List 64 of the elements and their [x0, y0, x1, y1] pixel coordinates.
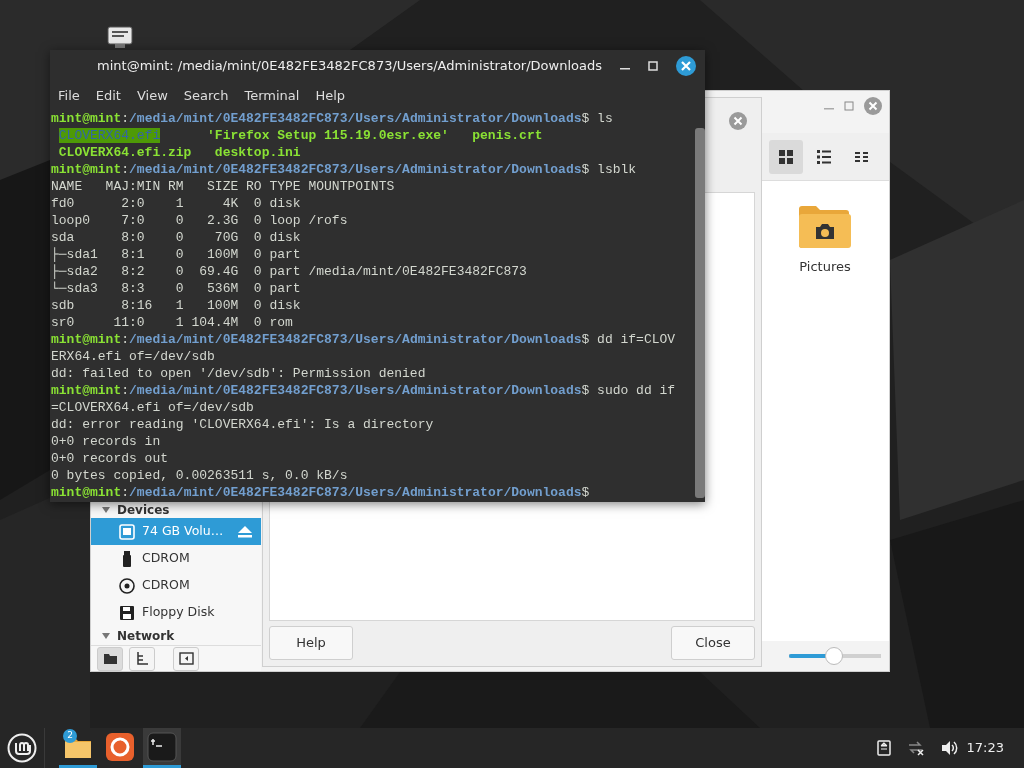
sidebar-view-button[interactable]: [129, 646, 155, 671]
terminal-line: =CLOVERX64.efi of=/dev/sdb: [51, 399, 254, 416]
slider-thumb[interactable]: [825, 647, 844, 665]
terminal-line: mint@mint:/media/mint/0E482FE3482FC873/Users/Administrator/Downloads$ ls: [51, 110, 613, 127]
menu-item[interactable]: Edit: [87, 86, 129, 106]
sidebar-view-button[interactable]: [97, 646, 123, 671]
terminal-line: mint@mint:/media/mint/0E482FE3482FC873/Users/Administrator/Downloads$: [51, 484, 590, 501]
menu-item[interactable]: View: [128, 86, 176, 106]
list-view-icon: [816, 148, 832, 165]
folder-icon: [102, 651, 118, 666]
grid-view-icon: [778, 148, 794, 165]
volume-icon[interactable]: [940, 740, 959, 756]
folder-label[interactable]: Pictures: [799, 257, 851, 277]
terminal-line: fd0 2:0 1 4K 0 disk: [51, 195, 301, 212]
terminal-line: ERX64.efi of=/dev/sdb: [51, 348, 215, 365]
help-button[interactable]: Help: [269, 626, 353, 660]
close-button[interactable]: Close: [671, 626, 755, 660]
terminal-line: 0+0 records out: [51, 450, 169, 467]
terminal-line: mint@mint:/media/mint/0E482FE3482FC873/Users/Administrator/Downloads$ sudo dd if: [51, 382, 676, 399]
terminal-line: sr0 11:0 1 104.4M 0 rom: [51, 314, 293, 331]
drive-icon: [119, 523, 135, 540]
terminal-icon: [147, 731, 177, 762]
network-disconnected-icon[interactable]: [906, 740, 925, 756]
computer-icon[interactable]: [107, 26, 133, 48]
terminal-line: dd: failed to open '/dev/sdb': Permission denied: [51, 365, 426, 382]
sidebar-item[interactable]: Floppy Disk: [91, 599, 261, 626]
notes-icon[interactable]: [876, 740, 891, 756]
terminal-line: mint@mint:/media/mint/0E482FE3482FC873/Users/Administrator/Downloads$ lsblk: [51, 161, 637, 178]
eject-icon[interactable]: [237, 525, 253, 538]
menu-item[interactable]: File: [50, 86, 88, 106]
close-icon[interactable]: [676, 56, 696, 76]
sidebar-icon: [178, 651, 194, 666]
count-badge: 2: [63, 729, 77, 743]
section-header: Network: [117, 628, 175, 643]
terminal-line: 0 bytes copied, 0.00263511 s, 0.0 kB/s: [51, 467, 348, 484]
expander-icon: [101, 630, 111, 641]
expander-icon: [101, 505, 111, 515]
terminal-line: CLOVERX64.efi.zip desktop.ini: [57, 144, 301, 161]
sidebar-item[interactable]: CDROM: [91, 572, 261, 599]
terminal-line: NAME MAJ:MIN RM SIZE RO TYPE MOUNTPOINTS: [51, 178, 395, 195]
terminal-line: CLOVERX64.efi 'Firefox Setup 115.19.0esr.exe' penis.crt: [57, 127, 543, 144]
menu-item[interactable]: Help: [307, 86, 354, 106]
terminal-line: 0+0 records in: [51, 433, 161, 450]
tree-icon: [134, 651, 150, 666]
section-header: Devices: [117, 503, 170, 517]
browser-icon: [105, 731, 135, 762]
pictures-folder-icon: [797, 203, 853, 251]
menu-item[interactable]: Search: [175, 86, 237, 106]
taskbar-app[interactable]: [143, 728, 181, 768]
terminal-line: sda 8:0 0 70G 0 disk: [51, 229, 301, 246]
terminal-line: mint@mint:/media/mint/0E482FE3482FC873/Users/Administrator/Downloads$ dd if=CLOV: [51, 331, 676, 348]
terminal-line: └─sda3 8:3 0 536M 0 part: [51, 280, 301, 297]
menu-item[interactable]: Terminal: [236, 86, 308, 106]
terminal-line: ├─sda1 8:1 0 100M 0 part: [51, 246, 301, 263]
clock[interactable]: 17:23: [958, 738, 1024, 758]
disc-icon: [119, 577, 135, 594]
window-title: mint@mint: /media/mint/0E482FE3482FC873/Users/Administrator/Downloads: [96, 57, 603, 76]
terminal-line: ├─sda2 8:2 0 69.4G 0 part /media/mint/0E482FE3482FC873: [51, 263, 527, 280]
sidebar-item[interactable]: CDROM: [91, 545, 261, 572]
terminal-line: sdb 8:16 1 100M 0 disk: [51, 297, 301, 314]
view-button[interactable]: [769, 139, 803, 174]
terminal-line: loop0 7:0 0 2.3G 0 loop /rofs: [51, 212, 348, 229]
terminal-line: dd: error reading 'CLOVERX64.efi': Is a directory: [51, 416, 434, 433]
menu-icon[interactable]: [7, 733, 37, 763]
